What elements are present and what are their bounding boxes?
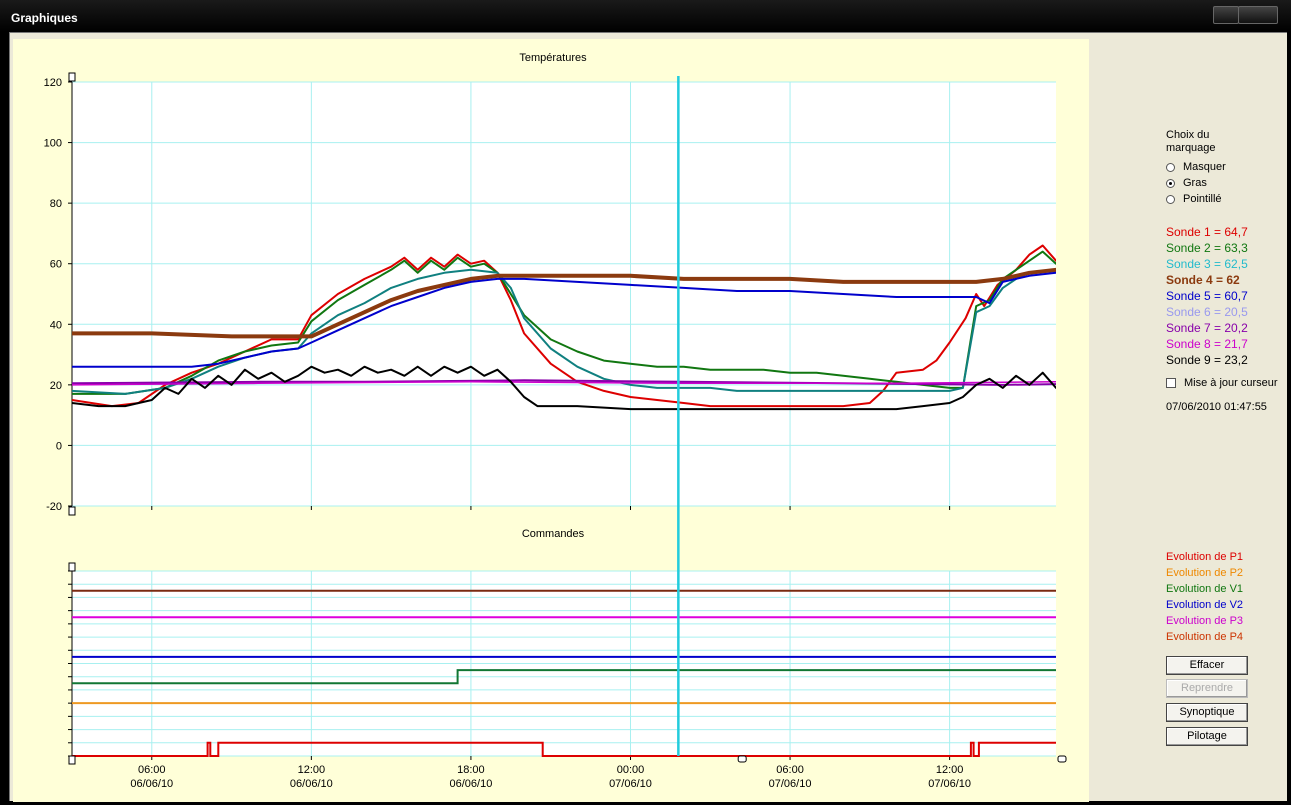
- x-tick-time: 12:00: [936, 764, 964, 776]
- reprendre-button[interactable]: Reprendre: [1166, 679, 1248, 698]
- command-legend-item: Evolution de V2: [1166, 599, 1244, 611]
- y-tick-label: 20: [50, 380, 62, 392]
- y-tick-label: 100: [44, 138, 62, 150]
- side-panel: Choix du marquage Masquer Gras Pointillé…: [1090, 40, 1285, 800]
- x-tick-time: 00:00: [617, 764, 645, 776]
- marquage-label-line2: marquage: [1166, 142, 1216, 154]
- sonde-legend-item: Sonde 2 = 63,3: [1166, 241, 1248, 255]
- scale-handle: [68, 755, 76, 765]
- command-legend-item: Evolution de P2: [1166, 567, 1244, 579]
- x-tick-date: 06/06/10: [130, 778, 173, 790]
- sonde-legend-item: Sonde 1 = 64,7: [1166, 225, 1248, 239]
- window-title: Graphiques: [11, 11, 78, 25]
- x-tick-date: 06/06/10: [290, 778, 333, 790]
- pilotage-button[interactable]: Pilotage: [1166, 727, 1248, 746]
- radio-masquer-label: Masquer: [1183, 161, 1226, 173]
- radio-pointille[interactable]: Pointillé: [1166, 192, 1222, 206]
- y-tick-label: -20: [46, 501, 62, 513]
- radio-pointille-label: Pointillé: [1183, 193, 1222, 205]
- radio-gras[interactable]: Gras: [1166, 176, 1207, 190]
- effacer-button[interactable]: Effacer: [1166, 656, 1248, 675]
- sonde-legend-item: Sonde 5 = 60,7: [1166, 289, 1248, 303]
- y-tick-label: 40: [50, 319, 62, 331]
- command-legend-item: Evolution de P3: [1166, 615, 1244, 627]
- minimize-button[interactable]: [1213, 6, 1239, 24]
- radio-masquer-circle[interactable]: [1166, 162, 1175, 172]
- y-tick-label: 80: [50, 198, 62, 210]
- command-legend-item: Evolution de P4: [1166, 631, 1244, 643]
- x-tick-time: 06:00: [138, 764, 166, 776]
- x-tick-date: 07/06/10: [609, 778, 652, 790]
- x-tick-date: 06/06/10: [450, 778, 493, 790]
- x-scale-handle: [1057, 755, 1067, 763]
- temp-grid: [71, 81, 1056, 507]
- x-tick-date: 07/06/10: [769, 778, 812, 790]
- radio-gras-circle[interactable]: [1166, 178, 1175, 188]
- radio-pointille-circle[interactable]: [1166, 194, 1175, 204]
- scale-handle: [68, 72, 76, 82]
- checkbox-box[interactable]: [1166, 378, 1176, 388]
- chart-svg[interactable]: Températures Commandes -20 0 20 40 60 80 100 12…: [13, 39, 1089, 802]
- temp-y-ticks: -20 0 20 40 60 80 100 120: [44, 77, 72, 513]
- command-legend-item: Evolution de V1: [1166, 583, 1244, 595]
- cmd-grid: [68, 570, 1056, 757]
- temp-chart-title: Températures: [519, 52, 587, 64]
- sonde-legend-item: Sonde 7 = 20,2: [1166, 321, 1248, 335]
- x-tick-date: 07/06/10: [928, 778, 971, 790]
- marquage-label: Choix du marquage: [1166, 129, 1216, 155]
- chart-panel: Températures Commandes -20 0 20 40 60 80 100 12…: [13, 39, 1089, 802]
- radio-gras-label: Gras: [1183, 177, 1207, 189]
- checkbox-label: Mise à jour curseur: [1184, 377, 1278, 389]
- x-scale-handle: [737, 755, 747, 763]
- mise-a-jour-curseur-checkbox[interactable]: Mise à jour curseur: [1166, 377, 1278, 389]
- command-legend-item: Evolution de P1: [1166, 551, 1244, 563]
- x-tick-time: 12:00: [298, 764, 326, 776]
- cmd-chart-title: Commandes: [522, 528, 585, 540]
- graphiques-window: Graphiques Températures Commandes -20 0 20…: [0, 0, 1291, 805]
- maximize-button[interactable]: [1238, 6, 1278, 24]
- x-tick-time: 18:00: [457, 764, 485, 776]
- radio-masquer[interactable]: Masquer: [1166, 160, 1226, 174]
- sonde-legend-item: Sonde 8 = 21,7: [1166, 337, 1248, 351]
- x-tick-time: 06:00: [776, 764, 804, 776]
- marquage-label-line1: Choix du: [1166, 129, 1210, 141]
- scale-handle: [68, 506, 76, 516]
- temp-plot-area: [72, 82, 1056, 506]
- y-tick-label: 120: [44, 77, 62, 89]
- y-tick-label: 0: [56, 440, 62, 452]
- cursor-datetime: 07/06/2010 01:47:55: [1166, 401, 1267, 413]
- title-bar: Graphiques: [0, 0, 1291, 32]
- scale-handle: [68, 562, 76, 572]
- sonde-legend-item: Sonde 6 = 20,5: [1166, 305, 1248, 319]
- sonde-legend-item: Sonde 3 = 62,5: [1166, 257, 1248, 271]
- sonde-legend-item: Sonde 4 = 62: [1166, 273, 1240, 287]
- synoptique-button[interactable]: Synoptique: [1166, 703, 1248, 722]
- y-tick-label: 60: [50, 259, 62, 271]
- sonde-legend-item: Sonde 9 = 23,2: [1166, 353, 1248, 367]
